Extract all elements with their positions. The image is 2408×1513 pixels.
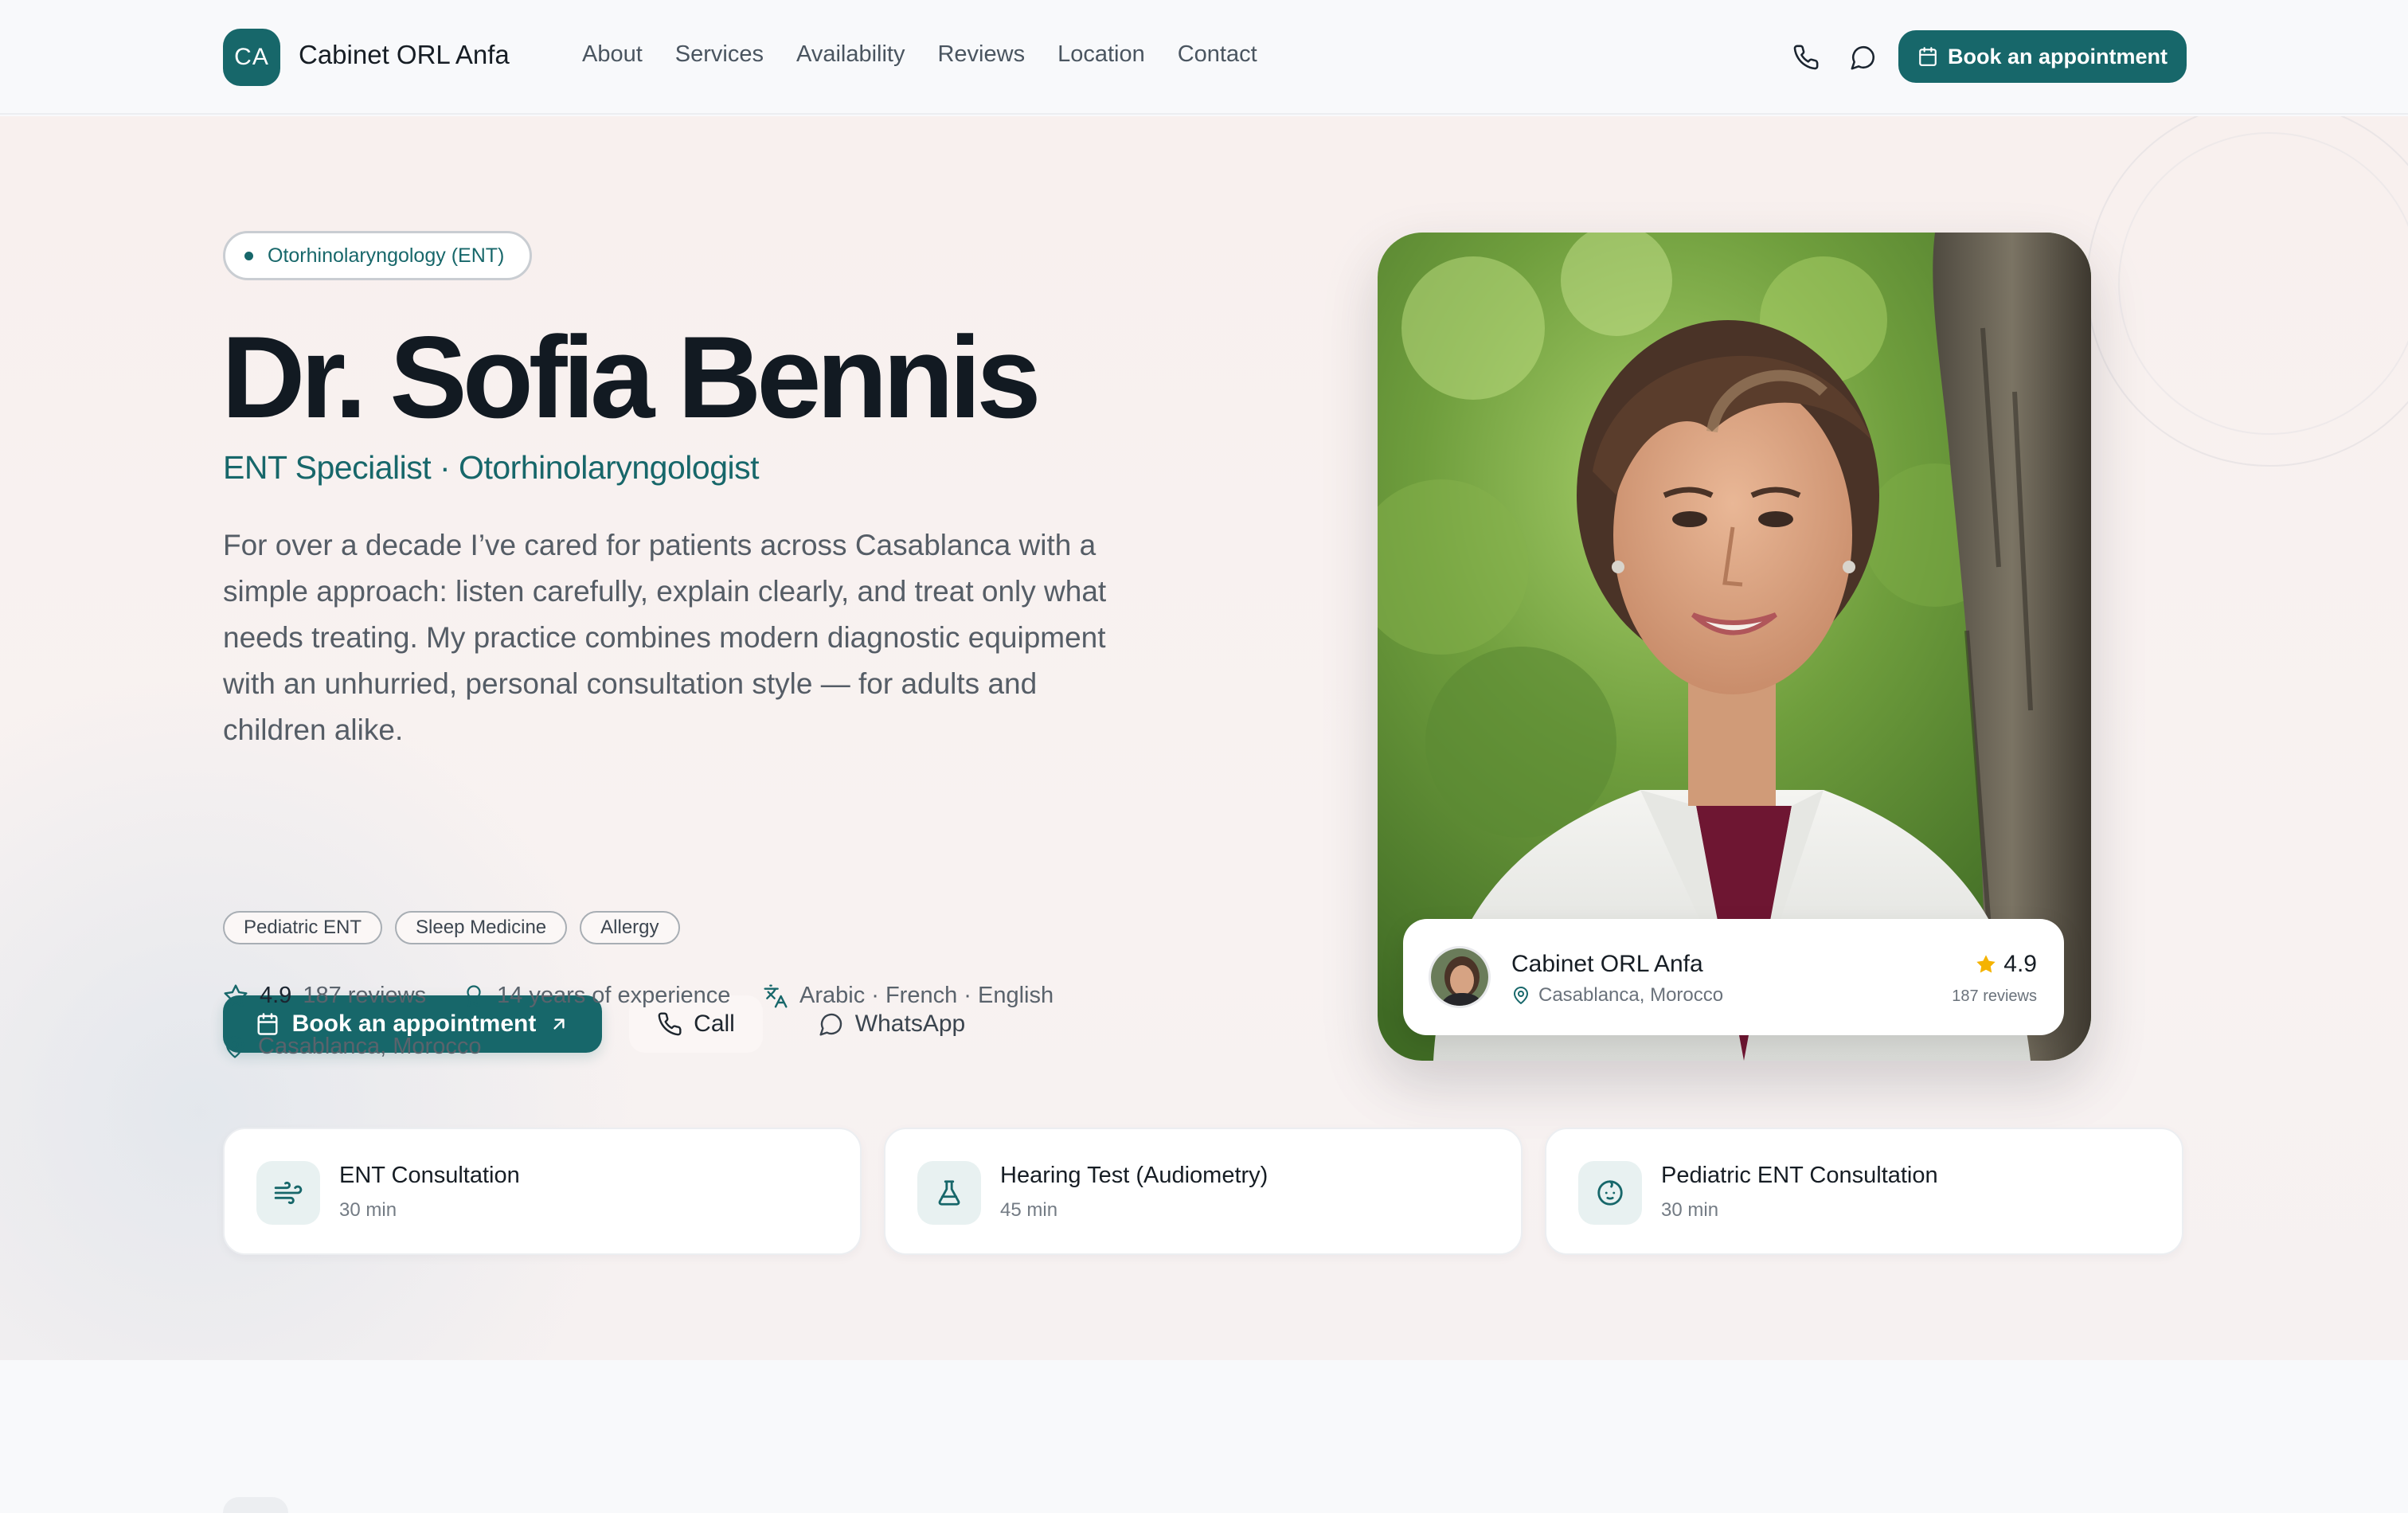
main-menu: About Services Availability Reviews Loca… [582,41,1290,68]
experience-text: 14 years of experience [497,983,731,1008]
doctor-name: Dr. Sofia Bennis [221,312,1042,442]
phone-icon[interactable] [1790,41,1822,73]
dot-icon [244,251,253,260]
decorative-ring [2118,132,2408,435]
languages-text: Arabic · French · English [799,983,1054,1008]
doctor-title: ENT Specialist · Otorhinolaryngologist [223,449,760,486]
experience-summary: 14 years of experience [462,983,730,1009]
doctor-photo-card: Cabinet ORL Anfa Casablanca, Morocco 4.9… [1378,233,2091,1061]
clinic-rating: 4.9 [1975,951,2037,978]
calendar-icon [257,1013,278,1035]
award-icon [467,984,481,1007]
call-button-label: Call [694,1011,735,1037]
brand-name[interactable]: Cabinet ORL Anfa [299,40,510,70]
flask-icon [917,1161,981,1225]
tag-sleep-medicine: Sleep Medicine [395,911,568,944]
rating-value: 4.9 [260,983,292,1008]
arrow-up-right-icon [553,1018,565,1030]
top-navbar: CA Cabinet ORL Anfa About Services Avail… [0,0,2408,115]
service-name: ENT Consultation [339,1163,520,1188]
service-name: Pediatric ENT Consultation [1661,1163,1938,1188]
languages-summary: Arabic · French · English [763,983,1054,1009]
clinic-review-count: 187 reviews [1952,987,2037,1005]
clinic-info-card: Cabinet ORL Anfa Casablanca, Morocco 4.9… [1403,919,2064,1035]
nav-book-appointment-button[interactable]: Book an appointment [1898,30,2187,83]
service-card-ent-consultation[interactable]: ENT Consultation 30 min [223,1128,862,1255]
nav-link-availability[interactable]: Availability [796,41,905,68]
nav-link-location[interactable]: Location [1057,41,1145,68]
nav-link-about[interactable]: About [582,41,643,68]
translate-icon [764,983,788,1008]
location-text: Casablanca, Morocco [258,1034,482,1059]
chat-bubble-icon[interactable] [1847,41,1879,73]
baby-face-icon [1578,1161,1642,1225]
specialty-tags: Pediatric ENT Sleep Medicine Allergy [223,911,680,944]
service-duration: 45 min [1000,1199,1058,1221]
hero-section: Otorhinolaryngology (ENT) Dr. Sofia Benn… [0,116,2408,1360]
nav-cta-label: Book an appointment [1948,44,2168,68]
service-card-hearing-test[interactable]: Hearing Test (Audiometry) 45 min [884,1128,1523,1255]
clinic-name: Cabinet ORL Anfa [1511,951,1703,977]
nav-link-contact[interactable]: Contact [1178,41,1257,68]
service-card-pediatric-ent[interactable]: Pediatric ENT Consultation 30 min [1545,1128,2183,1255]
tag-pediatric-ent: Pediatric ENT [223,911,383,944]
tag-allergy: Allergy [580,911,680,944]
nav-link-services[interactable]: Services [675,41,764,68]
rating-summary: 4.9 187 reviews [223,983,426,1009]
map-pin-icon [225,1035,244,1058]
map-pin-icon [1514,987,1528,1004]
star-outline-icon [224,983,248,1007]
logo-badge[interactable]: CA [223,29,280,86]
location-summary: Casablanca, Morocco [223,1034,481,1060]
chat-bubble-icon [819,1013,842,1036]
service-name: Hearing Test (Audiometry) [1000,1163,1268,1188]
clinic-location: Casablanca, Morocco [1511,984,1723,1007]
phone-icon [658,1012,682,1036]
service-duration: 30 min [339,1199,397,1221]
service-duration: 30 min [1661,1199,1719,1221]
nav-link-reviews[interactable]: Reviews [937,41,1025,68]
doctor-bio: For over a decade I’ve cared for patient… [223,529,1107,746]
specialty-badge: Otorhinolaryngology (ENT) [223,231,532,280]
whatsapp-button-label: WhatsApp [854,1011,966,1037]
review-count: 187 reviews [303,983,427,1008]
airflow-icon [256,1161,320,1225]
specialty-label: Otorhinolaryngology (ENT) [268,244,505,267]
avatar [1429,946,1491,1008]
clinic-rating-value: 4.9 [2003,951,2037,977]
calendar-icon [1919,47,1937,66]
next-section-badge [223,1497,288,1513]
clinic-location-text: Casablanca, Morocco [1538,984,1724,1006]
star-icon [1976,955,1996,973]
